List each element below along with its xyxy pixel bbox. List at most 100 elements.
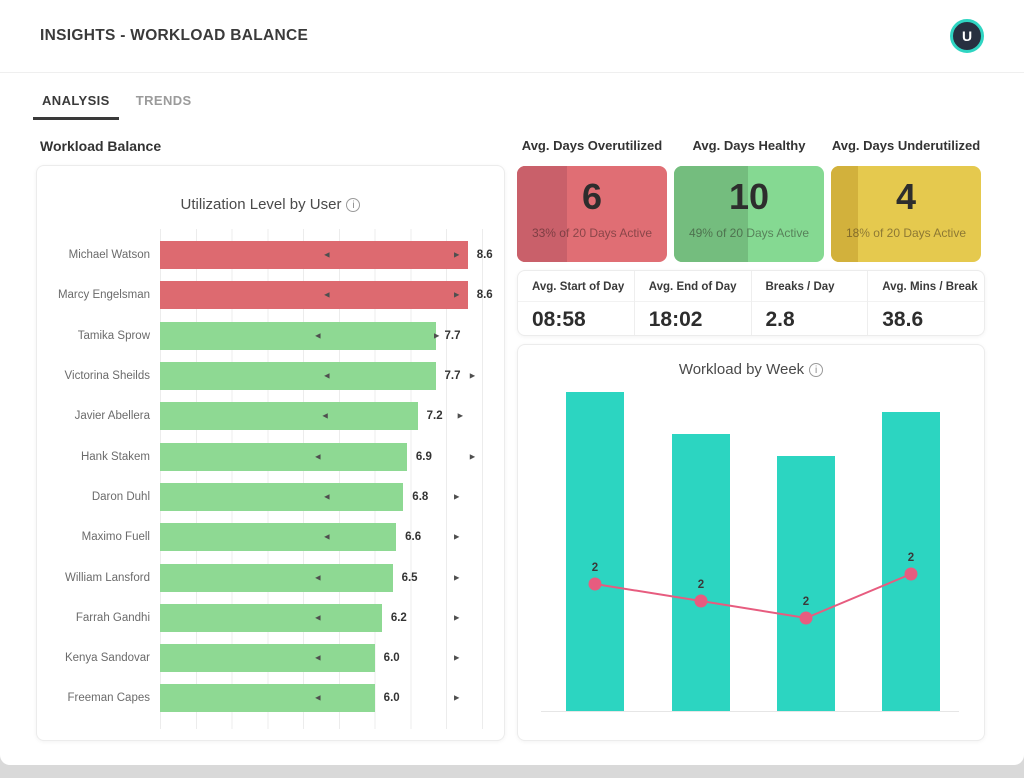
user-label: Farrah Gandhi (51, 612, 160, 624)
range-marker-left-icon: ◄ (322, 372, 331, 381)
user-bar-track: ◄ ► 6.6 (160, 523, 490, 551)
header: INSIGHTS - WORKLOAD BALANCE U (0, 0, 1024, 73)
kpi-card[interactable]: 10 49% of 20 Days Active (674, 166, 824, 262)
app-window: INSIGHTS - WORKLOAD BALANCE U ANALYSIS T… (0, 0, 1024, 765)
user-bar-track: ◄ ► 6.2 (160, 604, 490, 632)
range-marker-right-icon: ► (452, 533, 461, 542)
range-marker-left-icon: ◄ (322, 533, 331, 542)
bar-value: 7.7 (445, 330, 461, 342)
user-bar-track: ◄►6.9 (160, 443, 490, 471)
week-line-path (595, 574, 911, 618)
utilization-bar[interactable] (160, 644, 375, 672)
user-label: Daron Duhl (51, 491, 160, 503)
kpi-content: 418% of 20 Days Active (831, 166, 981, 240)
kpi-header-label: Avg. Days Underutilized (831, 138, 981, 153)
section-title: Workload Balance (40, 138, 505, 154)
info-icon[interactable]: i (809, 363, 823, 377)
week-bar[interactable] (777, 456, 835, 712)
stat-label: Avg. Start of Day (518, 271, 634, 302)
user-row: Michael Watson◄►8.6 (51, 235, 490, 275)
week-bar[interactable] (672, 434, 730, 712)
range-marker-left-icon: ◄ (313, 573, 322, 582)
stat-label: Avg. Mins / Break (868, 271, 984, 302)
kpi-headers: Avg. Days OverutilizedAvg. Days HealthyA… (517, 138, 985, 153)
tab-bar: ANALYSIS TRENDS (0, 73, 1024, 120)
week-chart-title: Workload by Week i (518, 361, 984, 378)
utilization-bar[interactable] (160, 684, 375, 712)
utilization-chart-title-text: Utilization Level by User (181, 196, 342, 213)
tab-trends[interactable]: TRENDS (127, 87, 201, 120)
user-label: Kenya Sandovar (51, 652, 160, 664)
utilization-bar[interactable] (160, 523, 396, 551)
stat-cell: Avg. End of Day18:02 (635, 271, 752, 335)
range-marker-right-icon: ► (452, 573, 461, 582)
stats-card: Avg. Start of Day08:58Avg. End of Day18:… (517, 270, 985, 336)
user-bar-track: ◄►6.0 (160, 684, 490, 712)
range-marker-left-icon: ◄ (321, 412, 330, 421)
bar-value: 7.7 (445, 370, 461, 382)
week-bar[interactable] (566, 392, 624, 712)
range-marker-left-icon: ◄ (313, 452, 322, 461)
range-marker-right-icon: ► (468, 372, 477, 381)
kpi-card[interactable]: 418% of 20 Days Active (831, 166, 981, 262)
avatar-initial: U (962, 28, 972, 44)
range-marker-right-icon: ► (452, 613, 461, 622)
stat-label: Avg. End of Day (635, 271, 751, 302)
utilization-bar[interactable] (160, 564, 393, 592)
user-avatar[interactable]: U (950, 19, 984, 53)
utilization-bar[interactable] (160, 483, 403, 511)
kpi-card[interactable]: 6 33% of 20 Days Active (517, 166, 667, 262)
range-marker-right-icon: ► (452, 694, 461, 703)
range-marker-right-icon: ► (452, 291, 461, 300)
kpi-value: 10 (674, 175, 824, 218)
week-bar[interactable] (882, 412, 940, 712)
user-bar-track: ◄►7.2 (160, 402, 490, 430)
kpi-value: 6 (517, 175, 667, 218)
utilization-bar[interactable] (160, 604, 382, 632)
utilization-bar[interactable] (160, 322, 436, 350)
utilization-bar[interactable] (160, 362, 436, 390)
tab-analysis[interactable]: ANALYSIS (33, 87, 119, 120)
user-label: Tamika Sprow (51, 330, 160, 342)
utilization-bar[interactable] (160, 402, 418, 430)
user-row: Marcy Engelsman◄►8.6 (51, 275, 490, 315)
user-bar-track: ◄ ► 7.7 (160, 362, 490, 390)
utilization-chart: Michael Watson◄►8.6Marcy Engelsman◄►8.6T… (51, 235, 490, 719)
stat-value: 18:02 (635, 302, 751, 332)
bar-value: 6.0 (384, 652, 400, 664)
range-marker-right-icon: ► (452, 654, 461, 663)
range-marker-left-icon: ◄ (313, 654, 322, 663)
user-row: Tamika Sprow ◄ ► 7.7 (51, 316, 490, 356)
kpi-subtitle: 49% of 20 Days Active (674, 226, 824, 240)
range-marker-left-icon: ◄ (313, 694, 322, 703)
utilization-bar[interactable] (160, 443, 407, 471)
kpi-subtitle: 18% of 20 Days Active (831, 226, 981, 240)
kpi-subtitle: 33% of 20 Days Active (517, 226, 667, 240)
range-marker-left-icon: ◄ (313, 331, 322, 340)
range-marker-right-icon: ► (468, 452, 477, 461)
range-marker-right-icon: ► (452, 492, 461, 501)
kpi-content: 6 33% of 20 Days Active (517, 166, 667, 240)
utilization-bar[interactable] (160, 281, 468, 309)
range-marker-right-icon: ► (432, 331, 441, 340)
bar-value: 6.8 (412, 491, 428, 503)
stat-value: 38.6 (868, 302, 984, 332)
bar-value: 6.6 (405, 531, 421, 543)
bar-value: 8.6 (477, 289, 493, 301)
week-chart-title-text: Workload by Week (679, 361, 804, 378)
utilization-bar[interactable] (160, 241, 468, 269)
bar-value: 6.2 (391, 612, 407, 624)
user-label: Maximo Fuell (51, 531, 160, 543)
week-chart-plot: 2222 (518, 345, 984, 740)
user-row: Hank Stakem◄►6.9 (51, 436, 490, 476)
range-marker-left-icon: ◄ (313, 613, 322, 622)
user-label: Javier Abellera (51, 410, 160, 422)
user-label: Hank Stakem (51, 451, 160, 463)
range-marker-left-icon: ◄ (322, 291, 331, 300)
workload-balance-section: Workload Balance Utilization Level by Us… (36, 120, 505, 741)
user-row: Javier Abellera◄►7.2 (51, 396, 490, 436)
utilization-chart-title: Utilization Level by User i (51, 196, 490, 213)
stat-cell: Breaks / Day2.8 (752, 271, 869, 335)
user-row: Freeman Capes◄►6.0 (51, 678, 490, 718)
info-icon[interactable]: i (346, 198, 360, 212)
